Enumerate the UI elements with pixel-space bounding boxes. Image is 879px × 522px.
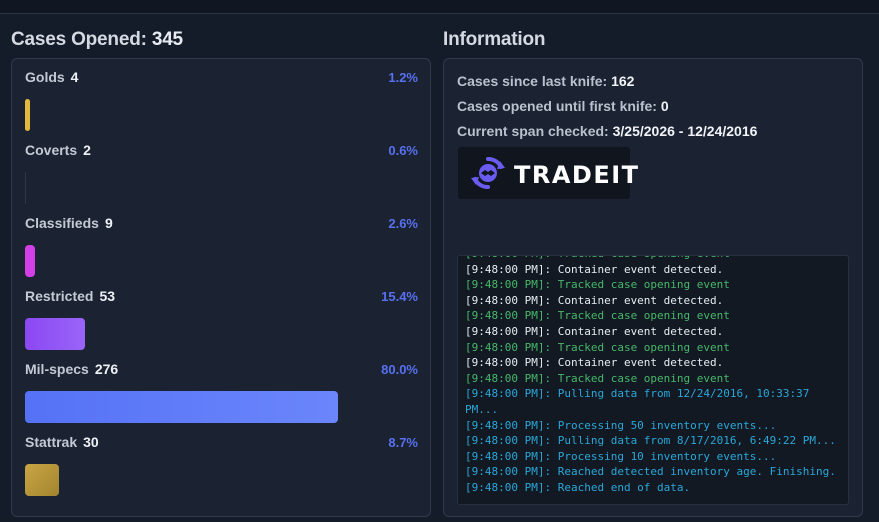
rarity-bar xyxy=(25,391,338,423)
rarity-label: Stattrak xyxy=(25,434,78,450)
cases-until-first-knife: Cases opened until first knife: 0 xyxy=(457,98,669,114)
rarity-count: 4 xyxy=(70,69,79,85)
rarity-row-stattrak: Stattrak 30 8.7% xyxy=(25,424,418,497)
rarity-percent: 80.0% xyxy=(381,362,418,377)
rarity-label: Golds xyxy=(25,69,65,85)
info-label: Cases opened until first knife: xyxy=(457,98,657,114)
log-line: [9:48:00 PM]: Container event detected. xyxy=(465,324,724,338)
current-span-checked: Current span checked: 3/25/2026 - 12/24/… xyxy=(457,123,757,139)
rarity-percent: 1.2% xyxy=(388,70,418,85)
rarity-percent: 0.6% xyxy=(388,143,418,158)
rarity-row-mil-specs: Mil-specs 276 80.0% xyxy=(25,351,418,424)
log-line: [9:48:00 PM]: Tracked case opening event xyxy=(465,309,730,323)
rarity-row-classifieds: Classifieds 9 2.6% xyxy=(25,205,418,278)
rarity-row-golds: Golds 4 1.2% xyxy=(25,59,418,132)
rarity-count: 9 xyxy=(104,215,113,231)
top-bar xyxy=(0,0,879,14)
event-log[interactable]: [9:48:00 PM]: Tracked case opening event… xyxy=(457,255,849,505)
info-label: Cases since last knife: xyxy=(457,73,608,89)
tradeit-logo-text: TRADEIT xyxy=(514,161,640,189)
info-label: Current span checked: xyxy=(457,123,609,139)
cases-opened-section: Cases Opened: 345 Golds 4 1.2% Coverts 2 0… xyxy=(11,26,431,517)
rarity-label: Mil-specs xyxy=(25,361,89,377)
rarity-count: 276 xyxy=(94,361,119,377)
log-line: [9:48:00 PM]: Processing 10 inventory ev… xyxy=(465,449,777,463)
log-line: [9:48:00 PM]: Pulling data from 12/24/20… xyxy=(465,387,816,416)
rarity-count: 30 xyxy=(83,434,99,450)
rarity-bar xyxy=(25,172,26,204)
rarity-bar xyxy=(25,99,30,131)
rarity-label: Coverts xyxy=(25,142,78,158)
rarity-percent: 8.7% xyxy=(388,435,418,450)
log-line: [9:48:00 PM]: Reached end of data. xyxy=(465,480,691,494)
log-line: [9:48:00 PM]: Pulling data from 8/17/201… xyxy=(465,434,836,448)
cases-opened-heading: Cases Opened: 345 xyxy=(11,26,431,54)
handshake-cycle-icon xyxy=(471,157,505,189)
cases-since-last-knife: Cases since last knife: 162 xyxy=(457,73,634,89)
log-line: [9:48:00 PM]: Tracked case opening event xyxy=(465,371,730,385)
rarity-bar xyxy=(25,245,36,277)
information-section: Information Cases since last knife: 162 … xyxy=(443,26,863,517)
rarity-count: 53 xyxy=(99,288,116,304)
log-line: [9:48:00 PM]: Container event detected. xyxy=(465,262,724,276)
rarity-row-restricted: Restricted 53 15.4% xyxy=(25,278,418,351)
log-line: [9:48:00 PM]: Container event detected. xyxy=(465,356,724,370)
rarity-label: Classifieds xyxy=(25,215,99,231)
info-value: 0 xyxy=(660,98,669,114)
cases-opened-total: 345 xyxy=(151,29,183,50)
rarity-label: Restricted xyxy=(25,288,94,304)
log-line: [9:48:00 PM]: Reached detected inventory… xyxy=(465,465,836,479)
log-line: [9:48:00 PM]: Tracked case opening event xyxy=(465,340,730,354)
tradeit-logo[interactable]: TRADEIT xyxy=(458,147,638,199)
rarity-bar xyxy=(25,464,60,496)
log-line: [9:48:00 PM]: Processing 50 inventory ev… xyxy=(465,418,777,432)
rarity-row-coverts: Coverts 2 0.6% xyxy=(25,132,418,205)
log-line: [9:48:00 PM]: Tracked case opening event xyxy=(465,278,730,292)
information-panel: Cases since last knife: 162 Cases opened… xyxy=(443,58,863,517)
info-value: 3/25/2026 - 12/24/2016 xyxy=(612,123,758,139)
event-log-lines: [9:48:00 PM]: Tracked case opening event… xyxy=(465,256,842,496)
log-line: [9:48:00 PM]: Tracked case opening event xyxy=(465,256,842,262)
cases-opened-title: Cases Opened: xyxy=(11,29,147,50)
information-heading: Information xyxy=(443,29,546,50)
rarity-percent: 15.4% xyxy=(381,289,418,304)
rarity-percent: 2.6% xyxy=(388,216,418,231)
rarity-bar xyxy=(25,318,86,350)
log-line: [9:48:00 PM]: Container event detected. xyxy=(465,293,724,307)
info-value: 162 xyxy=(611,73,635,89)
rarity-count: 2 xyxy=(83,142,91,158)
rarity-panel: Golds 4 1.2% Coverts 2 0.6% Classifieds 9 2… xyxy=(11,58,431,517)
